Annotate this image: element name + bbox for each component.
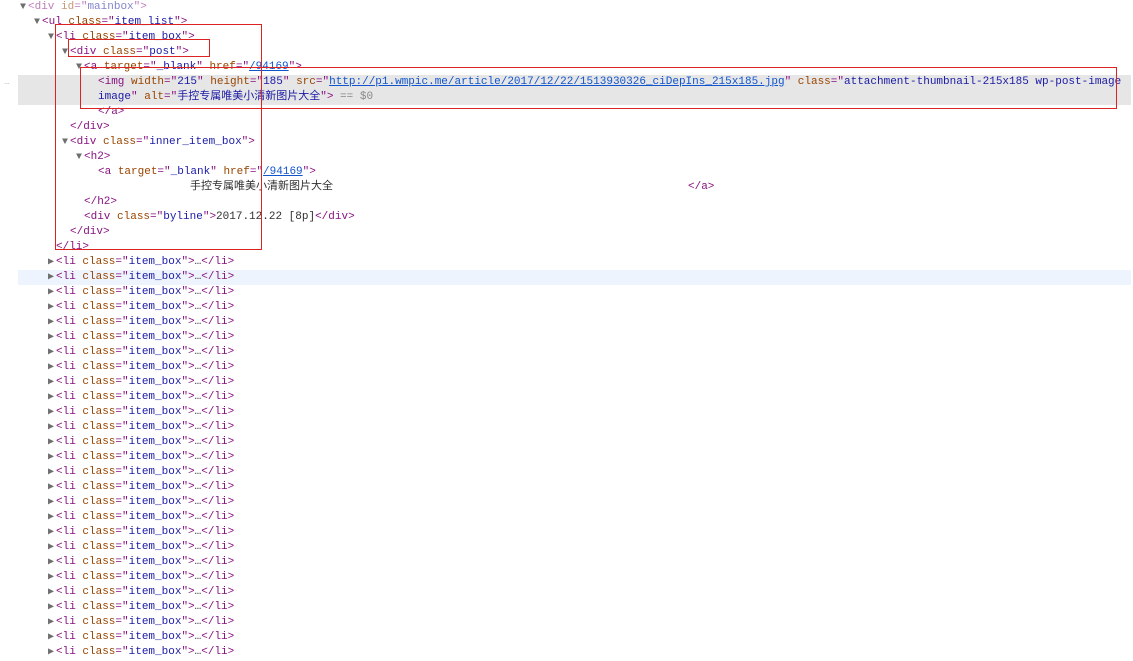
expand-arrow-closed-icon[interactable] xyxy=(46,420,56,435)
dom-row[interactable]: <li class="item_box">…</li> xyxy=(18,405,1131,420)
dom-tree[interactable]: … <div id="mainbox"><ul class="item_list… xyxy=(0,0,1133,661)
dom-row[interactable]: <li class="item_box">…</li> xyxy=(18,630,1131,645)
dom-row[interactable]: <li class="item_box">…</li> xyxy=(18,345,1131,360)
expand-arrow-open-icon[interactable] xyxy=(46,30,56,45)
dom-row[interactable]: <li class="item_box">…</li> xyxy=(18,525,1131,540)
dom-row[interactable]: <li class="item_box"> xyxy=(18,30,1131,45)
dom-row[interactable]: <li class="item_box">…</li> xyxy=(18,270,1131,285)
dom-row[interactable]: <h2> xyxy=(18,150,1131,165)
dom-row[interactable]: <li class="item_box">…</li> xyxy=(18,570,1131,585)
dom-row[interactable]: <li class="item_box">…</li> xyxy=(18,600,1131,615)
dom-row[interactable]: </div> xyxy=(18,225,1131,240)
expand-arrow-closed-icon[interactable] xyxy=(46,495,56,510)
expand-arrow-closed-icon[interactable] xyxy=(46,585,56,600)
dom-row[interactable]: <li class="item_box">…</li> xyxy=(18,420,1131,435)
dom-row[interactable]: <li class="item_box">…</li> xyxy=(18,510,1131,525)
dom-row[interactable]: <img width="215" height="185" src="http:… xyxy=(18,75,1131,90)
expand-arrow-closed-icon[interactable] xyxy=(46,615,56,630)
expand-arrow-open-icon[interactable] xyxy=(74,150,84,165)
dom-row[interactable]: </a> xyxy=(18,105,1131,120)
dom-row[interactable]: <li class="item_box">…</li> xyxy=(18,450,1131,465)
expand-arrow-closed-icon[interactable] xyxy=(46,375,56,390)
expand-arrow-closed-icon[interactable] xyxy=(46,300,56,315)
expand-arrow-open-icon[interactable] xyxy=(74,60,84,75)
rows-container: <div id="mainbox"><ul class="item_list">… xyxy=(0,0,1131,661)
expand-arrow-closed-icon[interactable] xyxy=(46,525,56,540)
dom-row[interactable]: <div class="post"> xyxy=(18,45,1131,60)
expand-arrow-closed-icon[interactable] xyxy=(46,510,56,525)
expand-arrow-closed-icon[interactable] xyxy=(46,435,56,450)
expand-arrow-closed-icon[interactable] xyxy=(46,390,56,405)
expand-arrow-open-icon[interactable] xyxy=(60,135,70,150)
dom-row[interactable]: <li class="item_box">…</li> xyxy=(18,330,1131,345)
expand-arrow-closed-icon[interactable] xyxy=(46,270,56,285)
expand-arrow-closed-icon[interactable] xyxy=(46,360,56,375)
expand-arrow-closed-icon[interactable] xyxy=(46,285,56,300)
dom-row[interactable]: <a target="_blank" href="/94169"> xyxy=(18,165,1131,180)
dom-row[interactable]: </h2> xyxy=(18,195,1131,210)
expand-arrow-closed-icon[interactable] xyxy=(46,480,56,495)
expand-arrow-open-icon[interactable] xyxy=(32,15,42,30)
dom-row[interactable]: <li class="item_box">…</li> xyxy=(18,375,1131,390)
expand-arrow-closed-icon[interactable] xyxy=(46,315,56,330)
dom-row[interactable]: <div class="inner_item_box"> xyxy=(18,135,1131,150)
dom-row[interactable]: <li class="item_box">…</li> xyxy=(18,300,1131,315)
expand-arrow-closed-icon[interactable] xyxy=(46,450,56,465)
expand-arrow-closed-icon[interactable] xyxy=(46,330,56,345)
dom-row[interactable]: <a target="_blank" href="/94169"> xyxy=(18,60,1131,75)
expand-arrow-open-icon[interactable] xyxy=(18,0,28,15)
dom-row[interactable]: <li class="item_box">…</li> xyxy=(18,480,1131,495)
dom-row[interactable]: <ul class="item_list"> xyxy=(18,15,1131,30)
expand-arrow-closed-icon[interactable] xyxy=(46,540,56,555)
dom-row[interactable]: <div class="byline">2017.12.22 [8p]</div… xyxy=(18,210,1131,225)
expand-arrow-closed-icon[interactable] xyxy=(46,630,56,645)
dom-row[interactable]: </li> xyxy=(18,240,1131,255)
expand-arrow-closed-icon[interactable] xyxy=(46,465,56,480)
dom-row[interactable]: <li class="item_box">…</li> xyxy=(18,645,1131,660)
src-link[interactable]: http://p1.wmpic.me/article/2017/12/22/15… xyxy=(329,76,784,88)
expand-arrow-closed-icon[interactable] xyxy=(46,645,56,660)
expand-arrow-closed-icon[interactable] xyxy=(46,405,56,420)
expand-arrow-closed-icon[interactable] xyxy=(46,555,56,570)
dom-row[interactable]: <li class="item_box">…</li> xyxy=(18,360,1131,375)
dom-row[interactable]: <li class="item_box">…</li> xyxy=(18,435,1131,450)
dom-row[interactable]: 手控专属唯美小清新图片大全</a> xyxy=(18,180,1131,195)
expand-arrow-open-icon[interactable] xyxy=(60,45,70,60)
href-link[interactable]: /94169 xyxy=(249,61,289,73)
dom-row[interactable]: <li class="item_box">…</li> xyxy=(18,615,1131,630)
expand-arrow-closed-icon[interactable] xyxy=(46,600,56,615)
dom-row[interactable]: <div id="mainbox"> xyxy=(18,0,1131,15)
dom-row[interactable]: image" alt="手控专属唯美小清新图片大全"> == $0 xyxy=(18,90,1131,105)
expand-arrow-closed-icon[interactable] xyxy=(46,345,56,360)
dom-row[interactable]: <li class="item_box">…</li> xyxy=(18,315,1131,330)
dom-row[interactable]: <li class="item_box">…</li> xyxy=(18,465,1131,480)
dom-row[interactable]: <li class="item_box">…</li> xyxy=(18,585,1131,600)
dom-row[interactable]: <li class="item_box">…</li> xyxy=(18,540,1131,555)
dom-row[interactable]: <li class="item_box">…</li> xyxy=(18,255,1131,270)
expand-arrow-closed-icon[interactable] xyxy=(46,570,56,585)
dom-row[interactable]: <li class="item_box">…</li> xyxy=(18,495,1131,510)
dom-row[interactable]: </div> xyxy=(18,120,1131,135)
href-link[interactable]: /94169 xyxy=(263,166,303,178)
expand-arrow-closed-icon[interactable] xyxy=(46,255,56,270)
dom-row[interactable]: <li class="item_box">…</li> xyxy=(18,390,1131,405)
dom-row[interactable]: <li class="item_box">…</li> xyxy=(18,555,1131,570)
dom-row[interactable]: <li class="item_box">…</li> xyxy=(18,285,1131,300)
